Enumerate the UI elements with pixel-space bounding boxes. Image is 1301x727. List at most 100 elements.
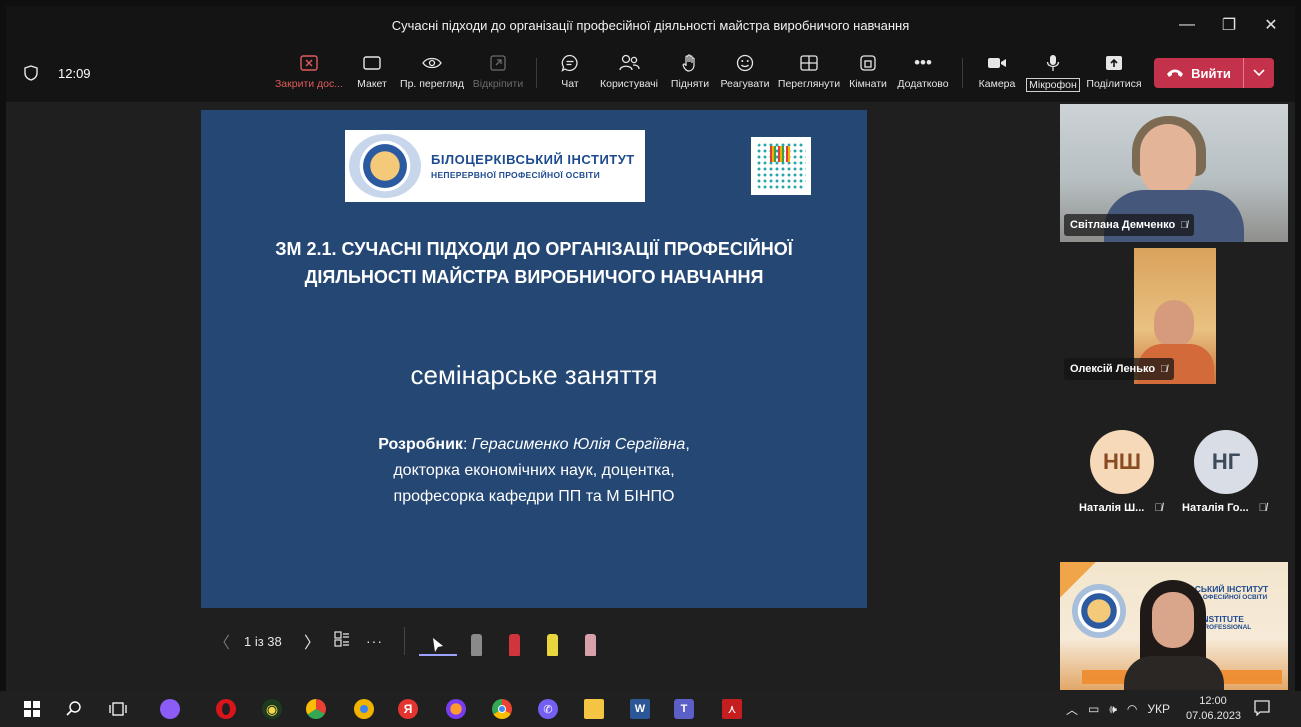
slide-author: Розробник: Герасименко Юлія Сергіївна, д… — [201, 432, 867, 510]
taskbar-clock[interactable]: 12:00 07.06.2023 — [1186, 694, 1241, 724]
share-label: Поділитися — [1086, 78, 1142, 90]
mic-off-icon: 🎙̸ — [1154, 502, 1163, 514]
partner-logo — [751, 137, 811, 195]
language-indicator[interactable]: УКР — [1147, 702, 1170, 716]
yandex-icon[interactable]: Я — [398, 699, 418, 719]
chevron-down-icon[interactable] — [1244, 66, 1274, 80]
participant-name: Олексій Ленько — [1070, 363, 1156, 375]
search-icon[interactable] — [64, 699, 84, 719]
battery-icon[interactable]: ▭ — [1088, 702, 1099, 716]
acrobat-icon[interactable]: ⋏ — [722, 699, 742, 719]
eye-icon — [422, 57, 442, 69]
participant-name: Наталія Го... — [1182, 502, 1249, 514]
assistant-app-icon[interactable] — [160, 699, 180, 719]
people-icon — [619, 54, 640, 71]
slide-title: ЗМ 2.1. СУЧАСНІ ПІДХОДИ ДО ОРГАНІЗАЦІЇ П… — [221, 235, 847, 291]
share-icon — [1106, 56, 1122, 70]
avatar[interactable]: НШ — [1090, 430, 1154, 494]
leave-button[interactable]: Вийти — [1154, 58, 1274, 88]
self-video[interactable]: БІЛ СЬКИЙ ІНСТИТУТ НЕ ОФЕСІЙНОЇ ОСВІТИ I… — [1060, 562, 1288, 690]
mic-off-icon: 🎙̸ — [1180, 219, 1188, 231]
smile-icon — [736, 54, 754, 72]
slide-title-line-2: ДІЯЛЬНОСТІ МАЙСТРА ВИРОБНИЧОГО НАВЧАННЯ — [304, 267, 764, 287]
layout-button[interactable]: Макет — [354, 52, 390, 96]
pop-out-button: Відкріпити — [470, 52, 526, 96]
more-button[interactable]: ••• Додатково — [896, 52, 950, 96]
pop-out-icon — [490, 55, 506, 71]
browser-icon[interactable] — [306, 699, 326, 719]
chat-label: Чат — [561, 78, 579, 90]
layout-icon — [363, 56, 381, 70]
mic-button[interactable]: Мікрофон — [1026, 52, 1080, 96]
author-name: Герасименко Юлія Сергіївна — [471, 436, 686, 453]
more-icon: ••• — [914, 53, 932, 72]
background-text-3: INSTITUTE — [1200, 614, 1244, 624]
firefox-icon[interactable] — [446, 699, 466, 719]
shared-slide: БІЛОЦЕРКІВСЬКИЙ ІНСТИТУТ НЕПЕРЕРВНОЇ ПРО… — [201, 110, 867, 608]
chat-button[interactable]: Чат — [554, 52, 586, 96]
participant-video-1[interactable]: Світлана Демченко 🎙̸ — [1060, 104, 1288, 242]
camera-label: Камера — [978, 78, 1016, 90]
pointer-tool[interactable] — [419, 626, 457, 656]
leave-main[interactable]: Вийти — [1154, 66, 1243, 81]
people-button[interactable]: Користувачі — [596, 52, 662, 96]
minimize-icon[interactable]: — — [1179, 16, 1195, 34]
notification-icon[interactable] — [1254, 700, 1270, 719]
close-icon[interactable]: ✕ — [1263, 15, 1279, 35]
hand-icon — [682, 54, 695, 72]
title-bar: Сучасні підходи до організації професійн… — [6, 6, 1295, 44]
stop-sharing-button[interactable]: Закрити дос... — [274, 52, 344, 96]
highlighter-tool[interactable] — [533, 626, 571, 656]
maximize-icon[interactable]: ❐ — [1221, 15, 1237, 35]
pen-tool-gray[interactable] — [457, 626, 495, 656]
rooms-label: Кімнати — [849, 78, 887, 90]
react-button[interactable]: Реагувати — [714, 52, 776, 96]
teams-icon[interactable]: T — [674, 699, 694, 719]
volume-icon[interactable]: 🕪 — [1109, 702, 1117, 717]
eye-app-icon[interactable]: ◉ — [262, 699, 282, 719]
chevron-up-icon[interactable]: ︿ — [1066, 701, 1078, 718]
next-slide-button[interactable]: 〉 — [304, 629, 334, 653]
logo-line-2: НЕПЕРЕРВНОЇ ПРОФЕСІЙНОЇ ОСВІТИ — [431, 170, 601, 180]
prev-slide-button[interactable]: 〈 — [214, 629, 244, 653]
window-controls: — ❐ ✕ — [1179, 6, 1289, 44]
institute-emblem — [1072, 584, 1126, 638]
eraser-tool[interactable] — [571, 626, 609, 656]
logo-line-1: БІЛОЦЕРКІВСЬКИЙ ІНСТИТУТ — [431, 152, 635, 167]
view-button[interactable]: Пр. перегляд — [400, 52, 464, 96]
avatar[interactable]: НГ — [1194, 430, 1258, 494]
raise-hand-button[interactable]: Підняти — [670, 52, 710, 96]
pen-tool-red[interactable] — [495, 626, 533, 656]
participant-name: Світлана Демченко — [1070, 219, 1176, 231]
chrome-icon[interactable] — [492, 699, 512, 719]
camera-icon — [988, 58, 1006, 68]
slide-counter: 1 із 38 — [244, 633, 282, 649]
slide-more-button[interactable]: ··· — [366, 633, 404, 649]
slide-subtitle: семінарське заняття — [410, 360, 658, 390]
slides-grid-icon — [334, 631, 349, 647]
red-pen-icon — [508, 634, 520, 656]
teams-window: Сучасні підходи до організації професійн… — [6, 6, 1295, 691]
chrome-like-icon[interactable] — [354, 699, 374, 719]
wifi-icon[interactable]: ◠ — [1127, 702, 1137, 716]
participant-nametag: Світлана Демченко 🎙̸ — [1064, 214, 1194, 236]
rooms-icon — [860, 55, 876, 71]
author-colon: : — [462, 436, 472, 453]
viber-icon[interactable]: ✆ — [538, 699, 558, 719]
hang-up-icon — [1167, 69, 1184, 77]
share-button[interactable]: Поділитися — [1084, 52, 1144, 96]
slide-grid-button[interactable] — [334, 631, 366, 651]
view-grid-button[interactable]: Переглянути — [778, 52, 840, 96]
participant-label: Наталія Го... 🎙̸ — [1182, 502, 1267, 514]
meeting-toolbar: 12:09 Закрити дос... Макет Пр. перегляд … — [6, 44, 1295, 102]
rooms-button[interactable]: Кімнати — [846, 52, 890, 96]
opera-icon[interactable] — [216, 699, 236, 719]
camera-button[interactable]: Камера — [976, 52, 1018, 96]
author-comma: , — [685, 436, 690, 453]
word-icon[interactable]: W — [630, 699, 650, 719]
mic-off-icon: 🎙̸ — [1258, 502, 1267, 514]
view-label: Пр. перегляд — [400, 78, 464, 90]
task-view-icon[interactable] — [108, 699, 128, 719]
file-explorer-icon[interactable] — [584, 699, 604, 719]
windows-start-icon[interactable] — [22, 699, 42, 719]
